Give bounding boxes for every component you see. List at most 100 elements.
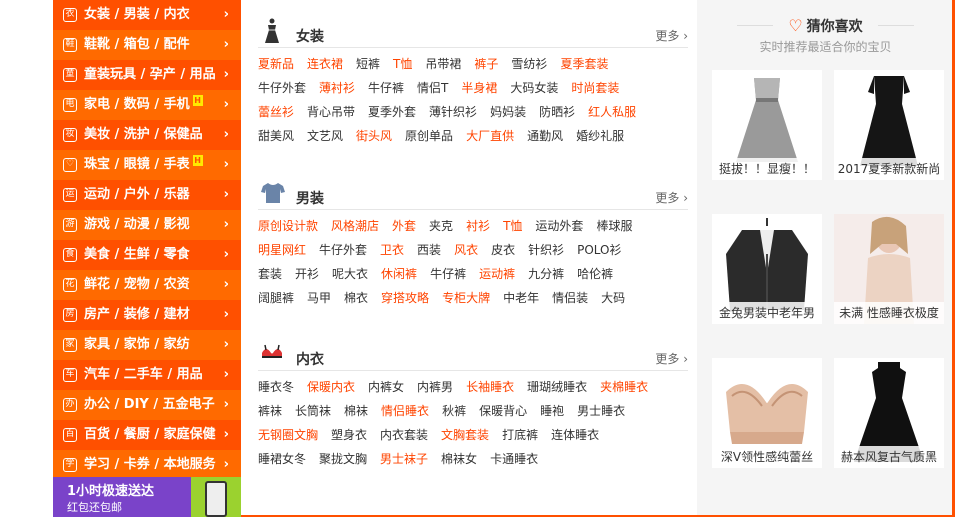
tag-link[interactable]: 中老年 — [503, 286, 539, 310]
tag-link[interactable]: 文胸套装 — [441, 423, 489, 447]
tag-link[interactable]: 运动裤 — [479, 262, 515, 286]
tag-link[interactable]: 文艺风 — [307, 124, 343, 148]
product-card[interactable]: 未满 性感睡衣极度 — [834, 214, 944, 324]
category-item[interactable]: 运运动 / 户外 / 乐器 › — [53, 180, 241, 210]
tag-link[interactable]: 九分裤 — [528, 262, 564, 286]
section-title[interactable]: 内衣 — [296, 349, 324, 369]
tag-link[interactable]: 西装 — [417, 238, 441, 262]
tag-link[interactable]: 大厂直供 — [466, 124, 514, 148]
tag-link[interactable]: 时尚套装 — [571, 76, 619, 100]
tag-link[interactable]: 穿搭攻略 — [381, 286, 429, 310]
tag-link[interactable]: 吊带裙 — [425, 52, 461, 76]
tag-link[interactable]: 开衫 — [295, 262, 319, 286]
tag-link[interactable]: 连衣裙 — [307, 52, 343, 76]
product-card[interactable]: 挺拔！！显瘦！！ — [712, 70, 822, 180]
tag-link[interactable]: 睡裙女冬 — [258, 447, 306, 471]
category-item[interactable]: 游游戏 / 动漫 / 影视 › — [53, 210, 241, 240]
tag-link[interactable]: POLO衫 — [577, 238, 621, 262]
tag-link[interactable]: 甜美风 — [258, 124, 294, 148]
category-item[interactable]: 房房产 / 装修 / 建材 › — [53, 300, 241, 330]
tag-link[interactable]: 专柜大牌 — [442, 286, 490, 310]
tag-link[interactable]: 内裤男 — [417, 375, 453, 399]
tag-link[interactable]: 休闲裤 — [381, 262, 417, 286]
tag-link[interactable]: 套装 — [258, 262, 282, 286]
product-card[interactable]: 赫本风复古气质黑 — [834, 358, 944, 468]
product-card[interactable]: 金兔男装中老年男 — [712, 214, 822, 324]
tag-link[interactable]: 马甲 — [307, 286, 331, 310]
tag-link[interactable]: 棉袜女 — [441, 447, 477, 471]
tag-link[interactable]: 保暖背心 — [479, 399, 527, 423]
more-link[interactable]: 更多 › — [655, 189, 688, 206]
tag-link[interactable]: 无钢圈文胸 — [258, 423, 318, 447]
category-item[interactable]: 车汽车 / 二手车 / 用品 › — [53, 360, 241, 390]
tag-link[interactable]: 睡衣冬 — [258, 375, 294, 399]
tag-link[interactable]: 婚纱礼服 — [576, 124, 624, 148]
tag-link[interactable]: 情侣T — [417, 76, 448, 100]
tag-link[interactable]: 蕾丝衫 — [258, 100, 294, 124]
category-item[interactable]: 花鲜花 / 宠物 / 农资 › — [53, 270, 241, 300]
tag-link[interactable]: 明星网红 — [258, 238, 306, 262]
tag-link[interactable]: 长筒袜 — [295, 399, 331, 423]
tag-link[interactable]: 聚拢文胸 — [319, 447, 367, 471]
tag-link[interactable]: 保暖内衣 — [307, 375, 355, 399]
tag-link[interactable]: 薄衬衫 — [319, 76, 355, 100]
tag-link[interactable]: 睡袍 — [540, 399, 564, 423]
category-item[interactable]: 食美食 / 生鲜 / 零食 › — [53, 240, 241, 270]
tag-link[interactable]: 连体睡衣 — [551, 423, 599, 447]
tag-link[interactable]: 针织衫 — [528, 238, 564, 262]
tag-link[interactable]: 红人私服 — [588, 100, 636, 124]
category-item[interactable]: 衣女装 / 男装 / 内衣 › — [53, 0, 241, 30]
category-item[interactable]: 家家具 / 家饰 / 家纺 › — [53, 330, 241, 360]
tag-link[interactable]: 薄针织衫 — [429, 100, 477, 124]
tag-link[interactable]: 大码 — [601, 286, 625, 310]
tag-link[interactable]: 男士睡衣 — [577, 399, 625, 423]
tag-link[interactable]: 棒球服 — [596, 214, 632, 238]
tag-link[interactable]: 棉衣 — [344, 286, 368, 310]
tag-link[interactable]: 夹克 — [429, 214, 453, 238]
tag-link[interactable]: 雪纺衫 — [511, 52, 547, 76]
tag-link[interactable]: 背心吊带 — [307, 100, 355, 124]
tag-link[interactable]: 卫衣 — [380, 238, 404, 262]
tag-link[interactable]: 衬衫 — [466, 214, 490, 238]
tag-link[interactable]: 呢大衣 — [332, 262, 368, 286]
tag-link[interactable]: 风格潮店 — [331, 214, 379, 238]
tag-link[interactable]: 短裤 — [356, 52, 380, 76]
category-item[interactable]: 百百货 / 餐厨 / 家庭保健 › — [53, 420, 241, 450]
tag-link[interactable]: 内裤女 — [368, 375, 404, 399]
tag-link[interactable]: 打底裤 — [502, 423, 538, 447]
tag-link[interactable]: 夹棉睡衣 — [600, 375, 648, 399]
tag-link[interactable]: 棉袜 — [344, 399, 368, 423]
tag-link[interactable]: 原创单品 — [405, 124, 453, 148]
tag-link[interactable]: 街头风 — [356, 124, 392, 148]
tag-link[interactable]: 妈妈装 — [490, 100, 526, 124]
tag-link[interactable]: 内衣套装 — [380, 423, 428, 447]
tag-link[interactable]: 男士袜子 — [380, 447, 428, 471]
tag-link[interactable]: 大码女装 — [510, 76, 558, 100]
category-item[interactable]: 电家电 / 数码 / 手机 H › — [53, 90, 241, 120]
tag-link[interactable]: 通勤风 — [527, 124, 563, 148]
tag-link[interactable]: 牛仔外套 — [258, 76, 306, 100]
tag-link[interactable]: 防晒衫 — [539, 100, 575, 124]
promo-banner[interactable]: 1小时极速送达 红包还包邮 — [53, 477, 241, 517]
tag-link[interactable]: 珊瑚绒睡衣 — [527, 375, 587, 399]
tag-link[interactable]: 牛仔外套 — [319, 238, 367, 262]
tag-link[interactable]: T恤 — [393, 52, 412, 76]
section-title[interactable]: 女装 — [296, 26, 324, 46]
tag-link[interactable]: 夏新品 — [258, 52, 294, 76]
more-link[interactable]: 更多 › — [655, 27, 688, 44]
tag-link[interactable]: 塑身衣 — [331, 423, 367, 447]
tag-link[interactable]: 半身裙 — [461, 76, 497, 100]
tag-link[interactable]: 裤子 — [474, 52, 498, 76]
tag-link[interactable]: 哈伦裤 — [577, 262, 613, 286]
tag-link[interactable]: 夏季套装 — [560, 52, 608, 76]
tag-link[interactable]: 原创设计款 — [258, 214, 318, 238]
category-item[interactable]: 学学习 / 卡券 / 本地服务 › — [53, 450, 241, 480]
category-item[interactable]: 办办公 / DIY / 五金电子 › — [53, 390, 241, 420]
tag-link[interactable]: 情侣装 — [552, 286, 588, 310]
tag-link[interactable]: 情侣睡衣 — [381, 399, 429, 423]
tag-link[interactable]: 风衣 — [454, 238, 478, 262]
product-card[interactable]: 2017夏季新款新尚 — [834, 70, 944, 180]
section-title[interactable]: 男装 — [296, 188, 324, 208]
tag-link[interactable]: 秋裤 — [442, 399, 466, 423]
tag-link[interactable]: 牛仔裤 — [430, 262, 466, 286]
